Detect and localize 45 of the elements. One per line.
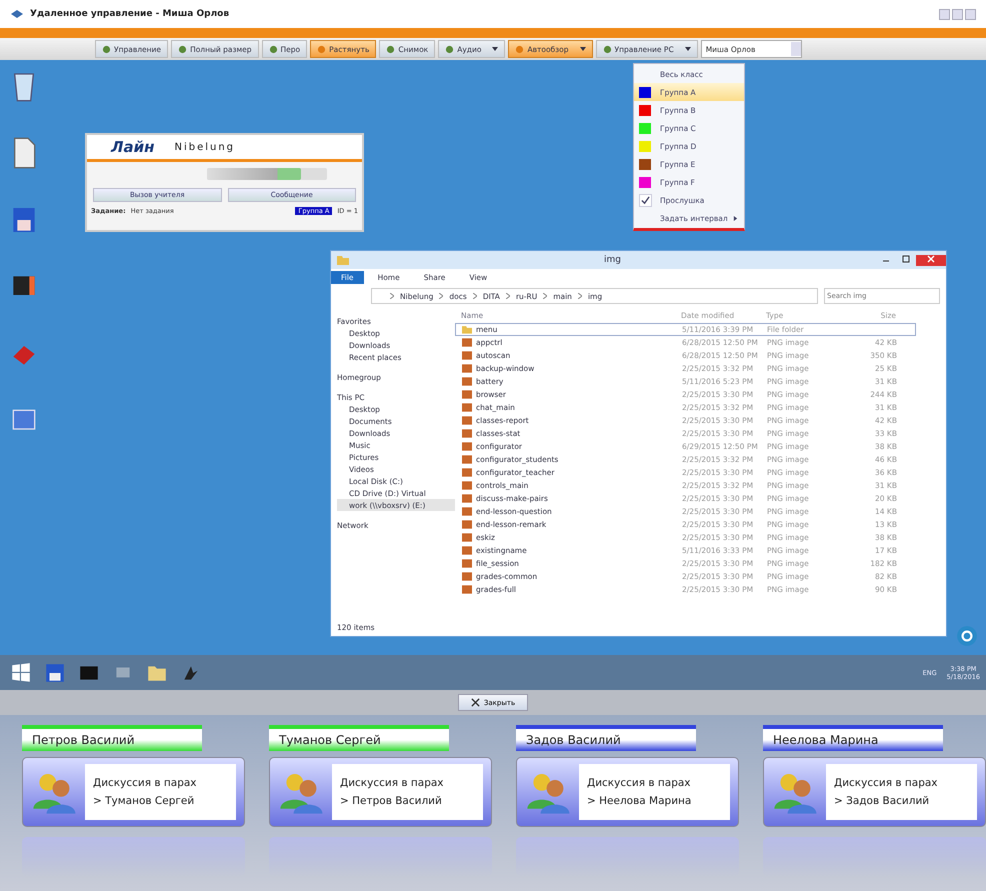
close-icon — [470, 698, 480, 707]
circle-icon — [268, 44, 278, 54]
windows-start-icon[interactable] — [10, 662, 32, 684]
maximize-icon — [902, 254, 910, 262]
partner-name: > Неелова Марина — [587, 795, 692, 807]
submenu-arrow-icon — [733, 214, 738, 222]
circle-icon — [317, 44, 326, 54]
student-card[interactable]: Дискуссия в парах > Задов Василий — [763, 757, 986, 827]
partner-name: > Туманов Сергей — [93, 795, 196, 807]
caret-icon — [492, 47, 498, 51]
close-button[interactable] — [965, 8, 976, 20]
volume-slider[interactable] — [207, 168, 301, 180]
window-title: Удаленное управление - Миша Орлов — [30, 9, 230, 19]
explorer-title: img — [603, 255, 622, 265]
partner-name: > Петров Василий — [340, 795, 443, 807]
chevron-right-icon — [506, 293, 510, 299]
chevron-right-icon — [439, 293, 444, 299]
widget-logo: Лайн — [111, 138, 154, 156]
folder-icon — [462, 325, 472, 334]
refresh-icon[interactable] — [956, 625, 978, 647]
student-card[interactable]: Дискуссия в парах > Петров Василий — [269, 757, 492, 827]
app-icon — [10, 9, 24, 19]
activity-label: Дискуссия в парах — [93, 777, 198, 789]
activity-label: Дискуссия в парах — [834, 777, 939, 789]
student-card[interactable]: Дискуссия в парах > Неелова Марина — [516, 757, 739, 827]
widget-brand: Nibelung — [174, 142, 236, 152]
circle-icon — [178, 44, 188, 54]
close-icon — [927, 254, 935, 262]
activity-label: Дискуссия в парах — [587, 777, 692, 789]
checkbox[interactable] — [638, 194, 652, 206]
circle-icon — [102, 44, 111, 54]
student-card[interactable]: Дискуссия в парах > Туманов Сергей — [22, 757, 245, 827]
chevron-right-icon — [543, 293, 548, 299]
close-button[interactable] — [916, 254, 946, 266]
partner-name: > Задов Василий — [834, 795, 930, 807]
chevron-right-icon — [578, 293, 582, 299]
activity-label: Дискуссия в парах — [340, 777, 445, 789]
caret-icon — [580, 47, 586, 51]
chevron-right-icon — [390, 293, 394, 299]
circle-icon — [602, 44, 612, 54]
circle-icon — [445, 44, 454, 54]
caret-icon — [684, 47, 691, 51]
circle-icon — [386, 44, 396, 54]
chevron-right-icon — [472, 293, 477, 299]
circle-icon — [515, 44, 524, 54]
